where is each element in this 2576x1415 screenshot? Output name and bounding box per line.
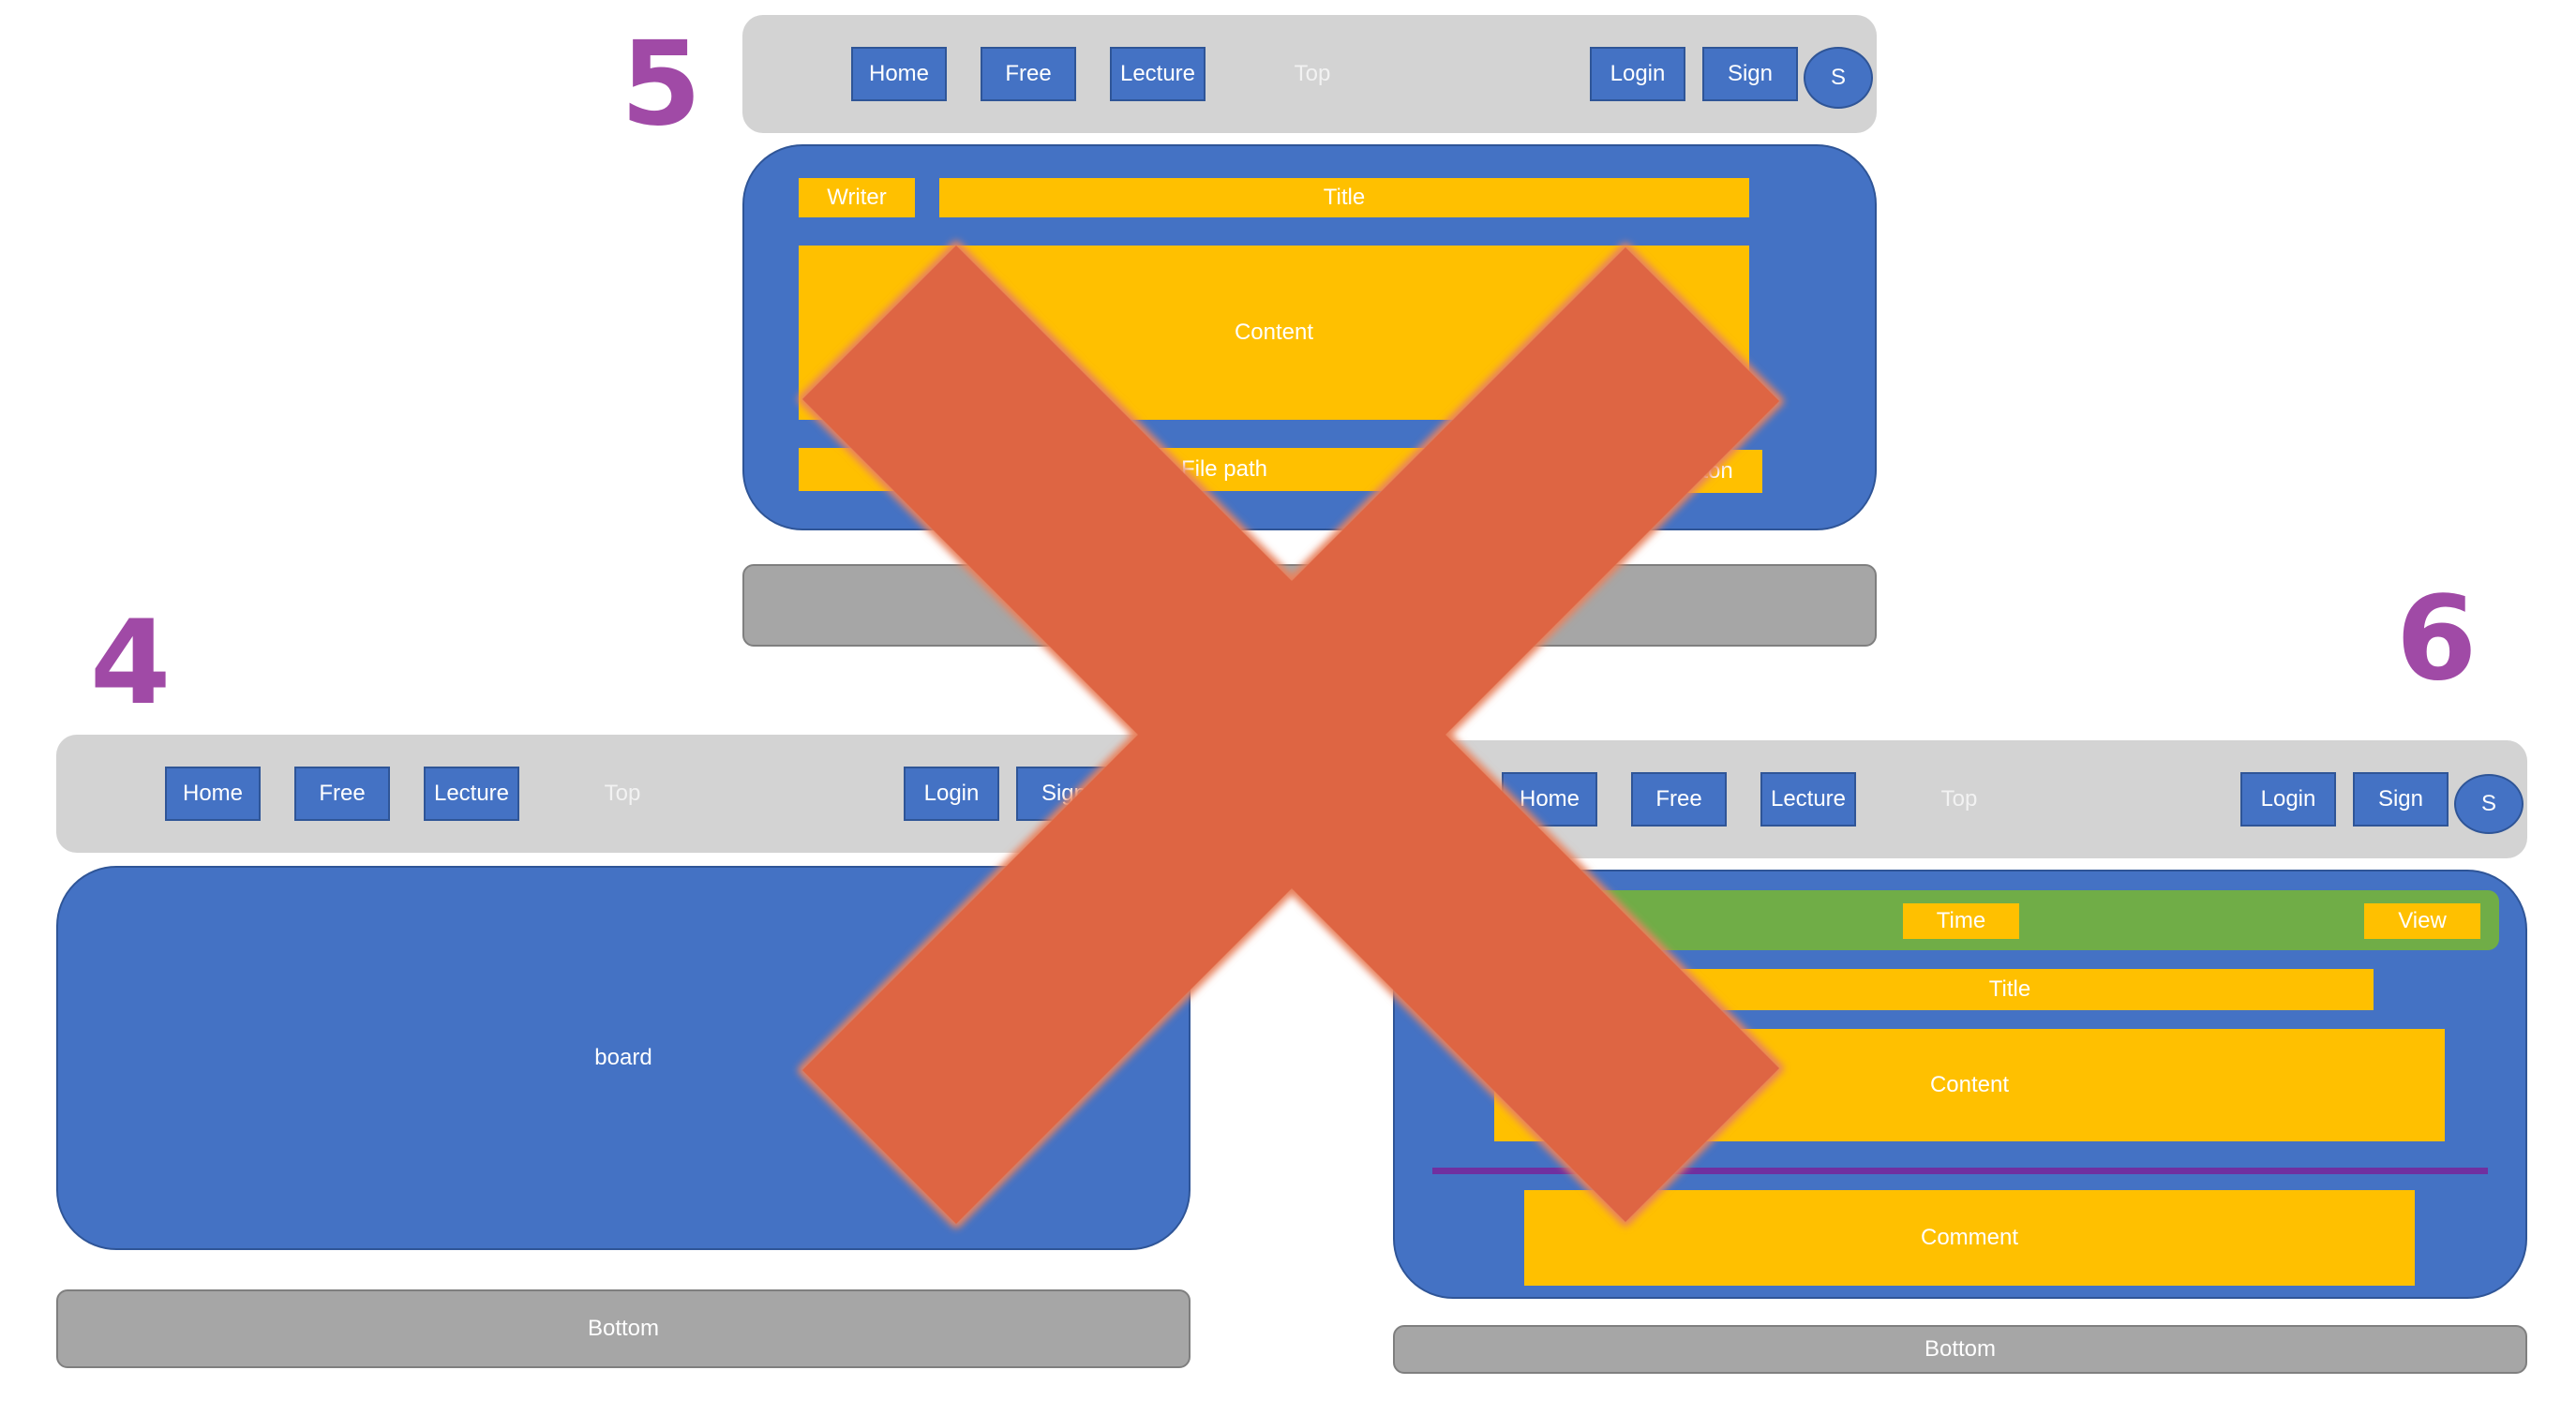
red-cross-icon <box>798 241 1784 1229</box>
